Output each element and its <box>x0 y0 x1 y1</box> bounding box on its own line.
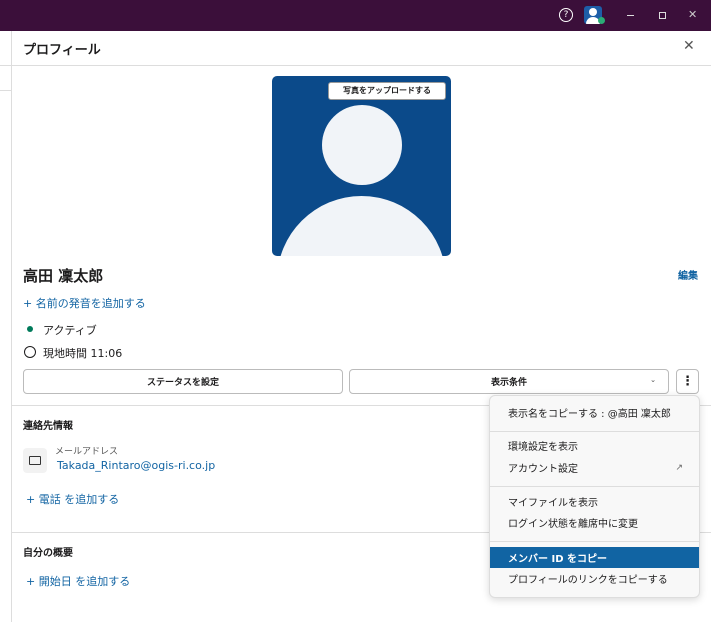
external-link-icon: ↗ <box>675 462 683 473</box>
email-link[interactable]: Takada_Rintaro@ogis-ri.co.jp <box>57 459 215 472</box>
add-phone-link[interactable]: + 電話 を追加する <box>26 491 119 507</box>
menu-item-preferences[interactable]: 環境設定を表示 <box>490 435 699 456</box>
menu-item-my-files[interactable]: マイファイルを表示 <box>490 491 699 512</box>
view-options-dropdown[interactable]: 表示条件 ⌄ <box>349 369 669 394</box>
clock-icon <box>24 346 36 358</box>
help-icon[interactable]: ? <box>559 8 573 22</box>
profile-name: 高田 凜太郎 <box>23 267 104 285</box>
presence-dot-icon <box>598 17 605 24</box>
panel-title: プロフィール <box>23 43 101 58</box>
left-sidebar-edge <box>0 31 12 622</box>
about-heading: 自分の概要 <box>23 548 73 559</box>
set-status-button[interactable]: ステータスを設定 <box>23 369 343 394</box>
add-pronunciation-link[interactable]: + 名前の発音を追加する <box>23 295 146 311</box>
local-time: 現地時間 11:06 <box>43 347 123 360</box>
menu-item-copy-member-id[interactable]: メンバー ID をコピー <box>490 547 699 568</box>
more-actions-menu: 表示名をコピーする : @高田 凜太郎 環境設定を表示 アカウント設定 ↗ マイフ… <box>489 395 700 598</box>
menu-item-account-settings[interactable]: アカウント設定 ↗ <box>490 457 699 478</box>
chevron-down-icon: ⌄ <box>650 376 656 384</box>
mail-icon <box>23 448 47 473</box>
more-actions-button[interactable]: ⋮ <box>676 369 699 394</box>
add-start-date-link[interactable]: + 開始日 を追加する <box>26 573 130 589</box>
status-text: アクティブ <box>43 324 97 337</box>
close-window-icon[interactable]: ✕ <box>688 8 697 21</box>
restore-icon[interactable] <box>659 12 666 19</box>
edit-link[interactable]: 編集 <box>678 267 698 282</box>
upload-photo-button[interactable]: 写真をアップロードする <box>328 82 446 100</box>
menu-item-set-away[interactable]: ログイン状態を離席中に変更 <box>490 512 699 533</box>
title-bar: ? ✕ <box>0 0 711 31</box>
minimize-icon[interactable] <box>627 15 634 16</box>
active-status-icon <box>27 326 33 332</box>
email-label: メールアドレス <box>55 447 119 457</box>
menu-item-copy-profile-link[interactable]: プロフィールのリンクをコピーする <box>490 568 699 589</box>
profile-photo: 写真をアップロードする <box>272 76 451 256</box>
close-panel-icon[interactable]: ✕ <box>683 38 695 54</box>
contact-heading: 連絡先情報 <box>23 421 73 432</box>
menu-item-copy-display-name[interactable]: 表示名をコピーする : @高田 凜太郎 <box>490 402 699 423</box>
